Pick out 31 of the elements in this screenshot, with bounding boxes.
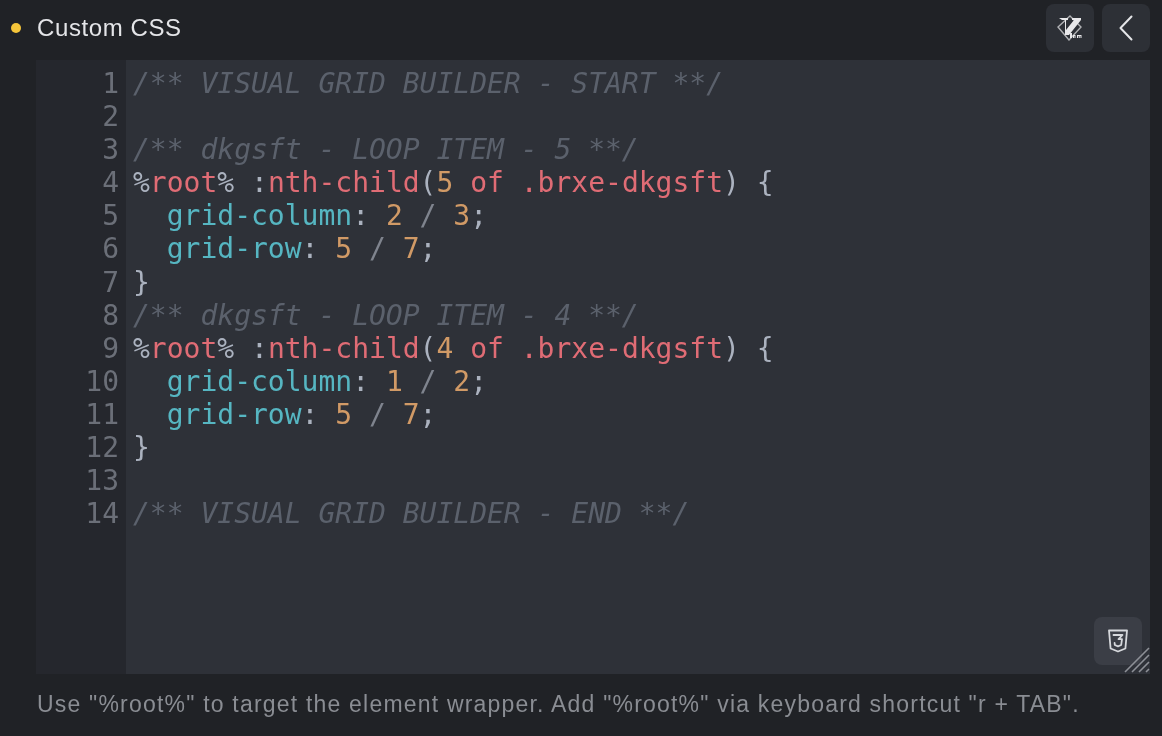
line-number: 7 bbox=[102, 265, 119, 299]
line-number: 5 bbox=[102, 199, 119, 233]
code-line: } bbox=[133, 431, 150, 465]
hint-text: Use "%root%" to target the element wrapper. Add "%root%" via keyboard shortcut "r + TAB". bbox=[37, 690, 1080, 719]
code-line: grid-row: 5 / 7; bbox=[165, 232, 437, 266]
keymap-toggle-button[interactable] bbox=[1046, 4, 1094, 52]
v-logo-icon bbox=[1057, 15, 1083, 41]
line-number: 12 bbox=[85, 431, 119, 465]
line-number: 13 bbox=[85, 464, 119, 498]
line-number: 2 bbox=[102, 100, 119, 134]
css-language-button[interactable] bbox=[1094, 617, 1142, 665]
shield-three-icon bbox=[1107, 629, 1129, 653]
line-number: 11 bbox=[85, 397, 119, 432]
code-line: %root% :nth-child(4 of .brxe-dkgsft) { bbox=[133, 331, 774, 365]
line-number: 9 bbox=[102, 331, 119, 365]
collapse-button[interactable] bbox=[1102, 4, 1150, 52]
line-number: 4 bbox=[102, 166, 119, 200]
line-number: 3 bbox=[102, 133, 119, 167]
code-line: grid-column: 2 / 3; bbox=[165, 199, 488, 233]
line-number: 8 bbox=[102, 298, 119, 332]
chevron-left-icon bbox=[1119, 15, 1133, 41]
line-number: 10 bbox=[85, 364, 119, 398]
panel-title: Custom CSS bbox=[37, 13, 182, 43]
code-line: grid-row: 5 / 7; bbox=[165, 397, 437, 431]
code-line: } bbox=[133, 265, 150, 299]
resize-grip-icon[interactable] bbox=[1124, 645, 1150, 673]
line-number: 6 bbox=[102, 232, 119, 266]
code-line: grid-column: 1 / 2; bbox=[165, 364, 488, 398]
line-number: 14 bbox=[85, 497, 119, 531]
line-number: 1 bbox=[102, 67, 119, 101]
code-line: %root% :nth-child(5 of .brxe-dkgsft) { bbox=[133, 166, 774, 200]
